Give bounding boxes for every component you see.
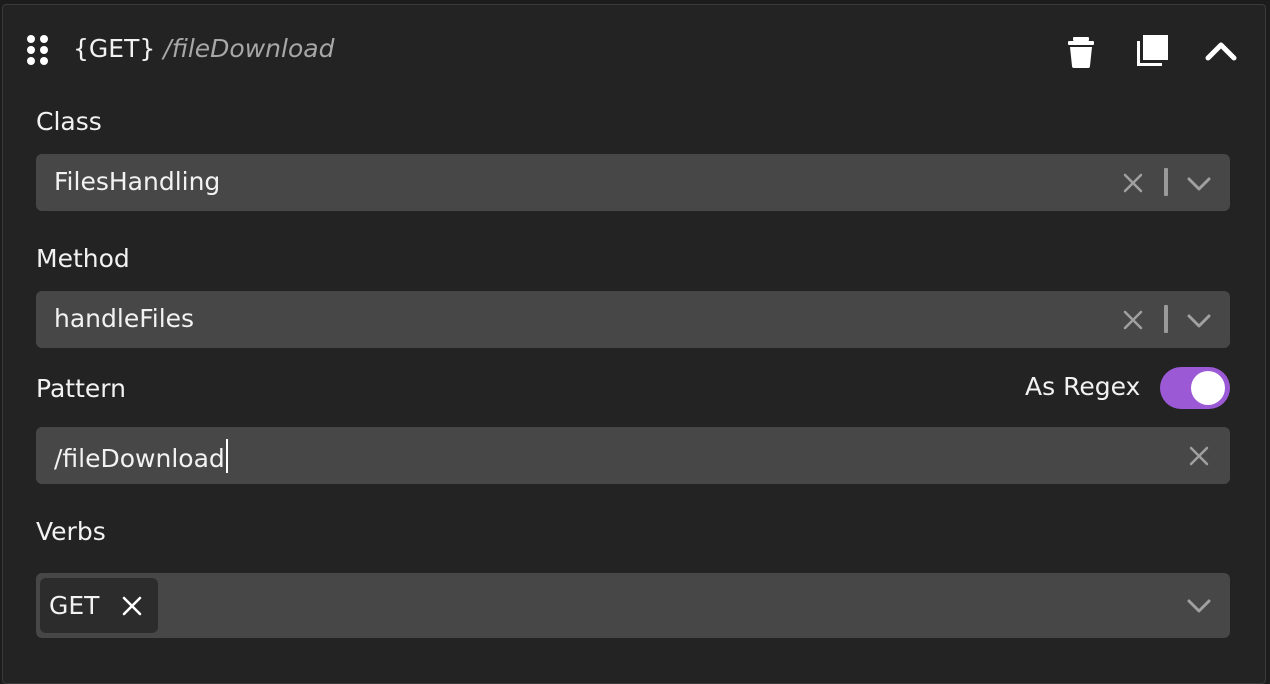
close-icon [122, 596, 142, 616]
select-separator [1164, 305, 1168, 333]
pattern-input[interactable]: /fileDownload [36, 427, 1230, 484]
method-dropdown-toggle[interactable] [1184, 306, 1214, 336]
chevron-up-icon [1205, 42, 1237, 61]
verbs-dropdown-toggle[interactable] [1184, 591, 1214, 621]
drag-dot [27, 46, 35, 54]
pattern-clear-button[interactable] [1184, 441, 1214, 471]
drag-handle-icon[interactable] [27, 35, 49, 67]
trash-icon [1068, 37, 1094, 68]
drag-dot [40, 46, 48, 54]
pattern-label: Pattern [36, 374, 126, 403]
method-select[interactable]: handleFiles [36, 291, 1230, 348]
drag-dot [27, 35, 35, 43]
verb-chip: GET [40, 578, 158, 633]
drag-dot [27, 57, 35, 65]
method-clear-button[interactable] [1118, 305, 1148, 335]
method-select-value: handleFiles [54, 304, 195, 333]
route-title-path: /fileDownload [163, 34, 335, 63]
chevron-down-icon [1187, 177, 1211, 191]
route-title-verb: {GET} [73, 34, 156, 63]
drag-dot [40, 57, 48, 65]
route-title: {GET}/fileDownload [73, 32, 334, 66]
select-separator [1164, 168, 1168, 196]
chevron-down-icon [1187, 314, 1211, 328]
text-cursor [225, 439, 228, 473]
verbs-multiselect[interactable]: GET [36, 573, 1230, 638]
toggle-knob [1191, 371, 1225, 405]
route-panel: {GET}/fileDownload Class FilesHandling M… [2, 4, 1266, 684]
method-label: Method [36, 244, 130, 273]
pattern-input-value: /fileDownload [54, 439, 228, 475]
duplicate-button[interactable] [1134, 33, 1170, 69]
close-icon [1123, 173, 1143, 193]
collapse-button[interactable] [1203, 33, 1239, 69]
as-regex-toggle[interactable] [1160, 367, 1230, 409]
route-header: {GET}/fileDownload [3, 5, 1265, 97]
close-icon [1189, 446, 1209, 466]
copy-icon [1137, 35, 1168, 66]
pattern-input-text: /fileDownload [54, 444, 225, 473]
drag-dot [40, 35, 48, 43]
class-clear-button[interactable] [1118, 168, 1148, 198]
verbs-label: Verbs [36, 517, 106, 546]
class-dropdown-toggle[interactable] [1184, 169, 1214, 199]
class-label: Class [36, 107, 102, 136]
as-regex-label: As Regex [1025, 372, 1141, 401]
close-icon [1123, 310, 1143, 330]
chevron-down-icon [1187, 599, 1211, 613]
remove-verb-button[interactable] [118, 592, 146, 620]
delete-button[interactable] [1063, 33, 1099, 69]
verb-chip-label: GET [49, 591, 100, 620]
class-select-value: FilesHandling [54, 167, 221, 196]
class-select[interactable]: FilesHandling [36, 154, 1230, 211]
